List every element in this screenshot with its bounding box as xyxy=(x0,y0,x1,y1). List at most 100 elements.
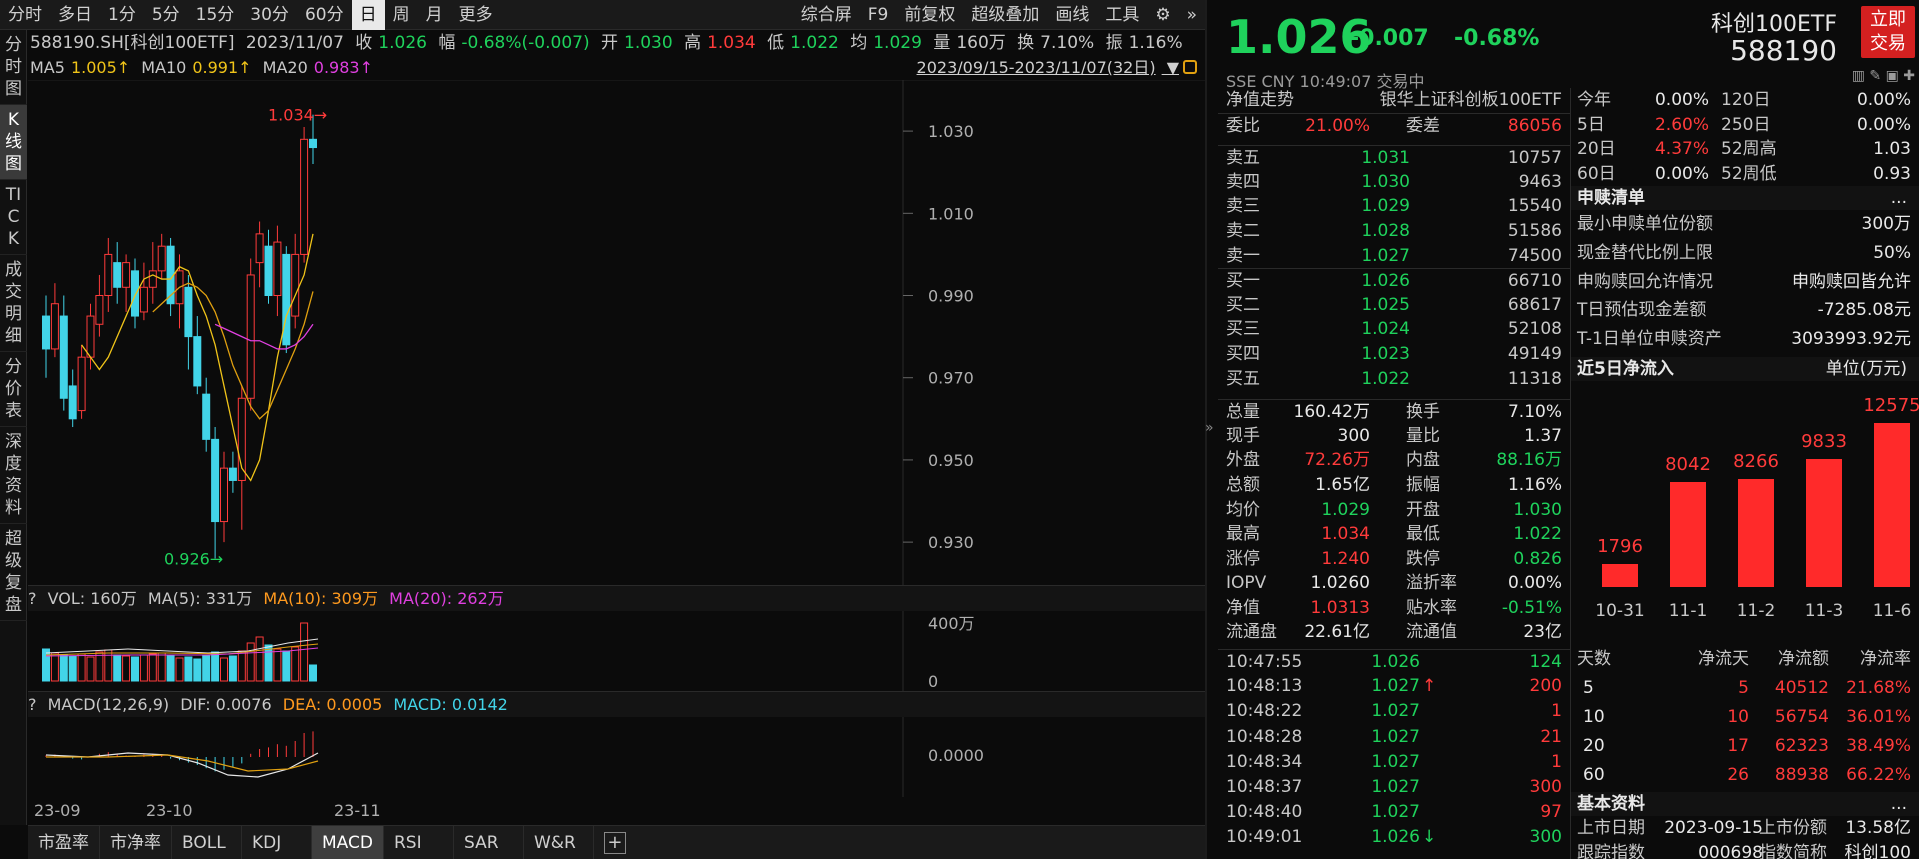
view-tab[interactable]: 分时图 xyxy=(0,30,27,105)
period-tab[interactable]: 更多 xyxy=(451,0,501,30)
inflow-bar[interactable] xyxy=(1738,479,1774,588)
indicator-tab[interactable]: SAR xyxy=(454,826,524,859)
period-tab[interactable]: 周 xyxy=(385,0,418,30)
bid-price[interactable]: 1.026 xyxy=(1361,269,1410,294)
period-tab[interactable]: 多日 xyxy=(50,0,100,30)
ask-price[interactable]: 1.029 xyxy=(1361,194,1410,219)
ask-price[interactable]: 1.027 xyxy=(1361,244,1410,269)
volume-bar xyxy=(157,652,166,682)
x-tick-label: 23-10 xyxy=(146,801,193,820)
stat-label: 均价 xyxy=(1226,499,1260,520)
panel-icons[interactable]: ▥ ✎ ▣ ✚ xyxy=(1852,68,1915,84)
trade-label: 立即交易 xyxy=(1870,9,1906,54)
lock-icon[interactable] xyxy=(1183,60,1197,74)
help-icon[interactable]: ? xyxy=(28,695,37,714)
vol-axis-label: 400万 xyxy=(928,614,975,633)
period-tab[interactable]: 1分 xyxy=(100,0,144,30)
candle-body xyxy=(148,270,157,288)
bid-price[interactable]: 1.022 xyxy=(1361,367,1410,392)
inflow-bar[interactable] xyxy=(1602,563,1638,588)
macd-name[interactable]: MACD(12,26,9) xyxy=(48,695,170,714)
period-tab[interactable]: 30分 xyxy=(242,0,297,30)
view-tab[interactable]: 分价表 xyxy=(0,352,27,427)
tick-row: 10:48:34 1.027 1 xyxy=(1218,750,1570,775)
ask-label: 卖一 xyxy=(1226,245,1260,266)
date-range-dropdown[interactable]: 2023/09/15-2023/11/07(32日) ▼ xyxy=(917,56,1179,80)
volume-chart[interactable]: 400万 0 xyxy=(28,611,1205,691)
ma20-value: 0.983↑ xyxy=(313,58,373,77)
indicator-tab[interactable]: W&R xyxy=(524,826,594,859)
candle-body xyxy=(113,262,122,288)
ask-price[interactable]: 1.028 xyxy=(1361,219,1410,244)
period-tab[interactable]: 15分 xyxy=(188,0,243,30)
tick-row: 10:48:28 1.027 21 xyxy=(1218,725,1570,750)
toolbar-button[interactable]: F9 xyxy=(860,0,897,30)
kline-chart[interactable]: 1.030 1.010 0.990 0.970 0.950 0.930 1.034→ 0.92… xyxy=(28,80,1205,585)
indicator-tab[interactable]: 市盈率 xyxy=(28,826,100,859)
view-tab[interactable]: 超级复盘 xyxy=(0,524,27,621)
nav-trend-link[interactable]: 净值走势 xyxy=(1226,88,1294,113)
basic-row: 跟踪指数 000698 指数简称 科创100 xyxy=(1571,841,1919,859)
weicha-value: 86056 xyxy=(1507,115,1562,136)
add-indicator-icon[interactable]: + xyxy=(603,832,626,854)
toolbar-button[interactable]: 综合屏 xyxy=(793,0,860,30)
period-tab[interactable]: 60分 xyxy=(297,0,352,30)
inflow-bar[interactable] xyxy=(1670,482,1706,588)
bid-price[interactable]: 1.024 xyxy=(1361,317,1410,342)
period-tab[interactable]: 日 xyxy=(351,0,385,30)
flow-cell: 10 xyxy=(1727,707,1749,728)
open-value: 1.030 xyxy=(624,33,673,53)
more-icon[interactable]: ... xyxy=(1891,186,1907,210)
tick-price: 1.027 xyxy=(1371,676,1420,697)
tick-time: 10:48:40 xyxy=(1226,802,1303,823)
period-tab[interactable]: 分时 xyxy=(0,0,50,30)
toolbar-button[interactable]: 工具 xyxy=(1097,0,1147,30)
toolbar-button[interactable]: 前复权 xyxy=(896,0,963,30)
view-tab[interactable]: K线图 xyxy=(0,105,27,180)
toolbar-button[interactable]: 超级叠加 xyxy=(963,0,1047,30)
volume-bar xyxy=(300,622,309,682)
stat-row: 净值 1.0313 贴水率 -0.51% xyxy=(1218,596,1570,621)
ask-volume: 10757 xyxy=(1507,148,1562,169)
y-tick-label: 0.970 xyxy=(928,369,974,388)
view-tab[interactable]: 深度资料 xyxy=(0,427,27,524)
more-icon[interactable]: ... xyxy=(1891,792,1907,816)
indicator-tab[interactable]: MACD xyxy=(312,826,384,859)
trade-now-button[interactable]: 立即交易 xyxy=(1861,6,1915,58)
macd-chart[interactable]: 0.0000 xyxy=(28,717,1205,797)
chevron-right-icon[interactable]: » xyxy=(1179,0,1205,30)
inflow-bar[interactable] xyxy=(1806,458,1842,588)
ma20-label: MA20 xyxy=(262,58,308,77)
period-tab[interactable]: 5分 xyxy=(144,0,188,30)
ask-volume: 74500 xyxy=(1507,245,1562,266)
ma10-value: 0.991↑ xyxy=(192,58,252,77)
inflow-bar[interactable] xyxy=(1874,422,1910,588)
help-icon[interactable]: ? xyxy=(28,589,37,608)
indicator-tab[interactable]: BOLL xyxy=(172,826,242,859)
toolbar-button[interactable]: 画线 xyxy=(1047,0,1097,30)
ask-price[interactable]: 1.031 xyxy=(1361,146,1410,171)
bid-price[interactable]: 1.023 xyxy=(1361,342,1410,367)
stat-label: 最高 xyxy=(1226,524,1260,545)
flow-cell: 60 xyxy=(1583,765,1605,786)
inflow-value: 8266 xyxy=(1733,451,1779,473)
indicator-tab[interactable]: KDJ xyxy=(242,826,312,859)
gear-icon[interactable]: ⚙ xyxy=(1147,0,1178,30)
volume-bar xyxy=(228,655,237,682)
stat-label: 总量 xyxy=(1226,402,1260,423)
low-mark: 0.926→ xyxy=(164,550,223,569)
indicator-tab[interactable]: RSI xyxy=(384,826,454,859)
y-tick-label: 1.030 xyxy=(928,122,974,141)
view-tab[interactable]: TICK xyxy=(0,180,27,255)
tick-row: 10:49:01 1.026 ↓ 300 xyxy=(1218,825,1570,850)
bid-price[interactable]: 1.025 xyxy=(1361,293,1410,318)
indicator-tab[interactable]: 市净率 xyxy=(100,826,172,859)
view-tab[interactable]: 成交明细 xyxy=(0,255,27,352)
unit-label: 单位(万元) xyxy=(1825,359,1907,380)
flow-col-header: 净流率 xyxy=(1860,649,1911,670)
ask-label: 卖二 xyxy=(1226,220,1260,241)
ask-price[interactable]: 1.030 xyxy=(1361,170,1410,195)
tick-time: 10:48:28 xyxy=(1226,726,1303,747)
period-tab[interactable]: 月 xyxy=(418,0,451,30)
stat-value: 88.16万 xyxy=(1496,450,1562,471)
